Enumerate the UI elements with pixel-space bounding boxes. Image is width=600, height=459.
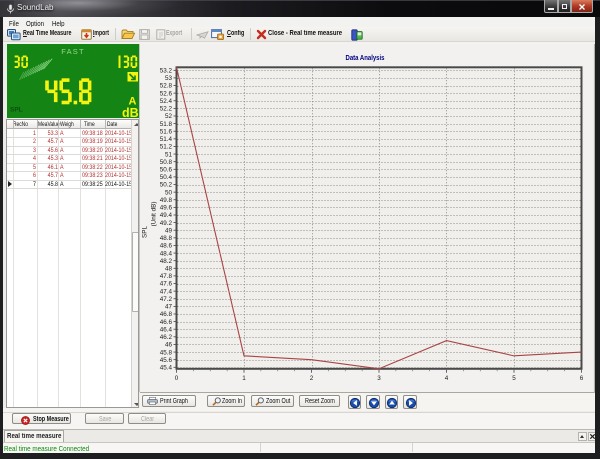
svg-text:46.8: 46.8 — [160, 311, 173, 318]
svg-text:47: 47 — [165, 303, 173, 310]
svg-text:50.2: 50.2 — [160, 181, 173, 188]
svg-text:48.6: 48.6 — [160, 242, 173, 249]
svg-text:48.8: 48.8 — [160, 235, 173, 242]
svg-text:47.2: 47.2 — [160, 296, 173, 303]
svg-text:1: 1 — [242, 374, 246, 381]
svg-text:50: 50 — [165, 189, 173, 196]
svg-text:51.8: 51.8 — [160, 120, 173, 127]
svg-text:49: 49 — [165, 227, 173, 234]
svg-text:53.2: 53.2 — [160, 67, 173, 74]
svg-text:46.6: 46.6 — [160, 318, 173, 325]
svg-text:dB: dB — [122, 106, 139, 118]
svg-text:50.8: 50.8 — [160, 159, 173, 166]
svg-text:SPL: SPL — [142, 225, 149, 237]
svg-text:52: 52 — [165, 113, 173, 120]
svg-text:2: 2 — [310, 374, 314, 381]
svg-text:SPL: SPL — [10, 106, 23, 113]
svg-text:52.2: 52.2 — [160, 105, 173, 112]
svg-text:52.6: 52.6 — [160, 90, 173, 97]
svg-text:49.4: 49.4 — [160, 212, 173, 219]
svg-text:48: 48 — [165, 265, 173, 272]
svg-text:51.2: 51.2 — [160, 143, 173, 150]
svg-text:45.6: 45.6 — [160, 357, 173, 364]
svg-text:47.6: 47.6 — [160, 280, 173, 287]
svg-text:47.4: 47.4 — [160, 288, 173, 295]
svg-text:51.4: 51.4 — [160, 136, 173, 143]
svg-text:48.2: 48.2 — [160, 258, 173, 265]
svg-text:46: 46 — [165, 341, 173, 348]
svg-text:6: 6 — [580, 374, 584, 381]
svg-text:47.8: 47.8 — [160, 273, 173, 280]
svg-text:3: 3 — [377, 374, 381, 381]
svg-text:49.2: 49.2 — [160, 219, 173, 226]
svg-text:49.8: 49.8 — [160, 197, 173, 204]
svg-text:51.6: 51.6 — [160, 128, 173, 135]
svg-text:4: 4 — [445, 374, 449, 381]
svg-text:5: 5 — [512, 374, 516, 381]
svg-text:53: 53 — [165, 75, 173, 82]
svg-text:45.8: 45.8 — [160, 349, 173, 356]
svg-text:45.4: 45.4 — [160, 364, 173, 371]
svg-text:50.4: 50.4 — [160, 174, 173, 181]
svg-text:48.4: 48.4 — [160, 250, 173, 257]
svg-text:(Unit dB): (Unit dB) — [151, 201, 158, 226]
svg-text:46.2: 46.2 — [160, 334, 173, 341]
svg-text:FAST: FAST — [61, 47, 85, 56]
svg-text:49.6: 49.6 — [160, 204, 173, 211]
svg-text:0: 0 — [175, 374, 179, 381]
svg-text:52.8: 52.8 — [160, 82, 173, 89]
svg-text:50.6: 50.6 — [160, 166, 173, 173]
svg-text:Data Analysis: Data Analysis — [346, 55, 385, 62]
svg-text:46.4: 46.4 — [160, 326, 173, 333]
svg-text:51: 51 — [165, 151, 173, 158]
svg-text:52.4: 52.4 — [160, 98, 173, 105]
